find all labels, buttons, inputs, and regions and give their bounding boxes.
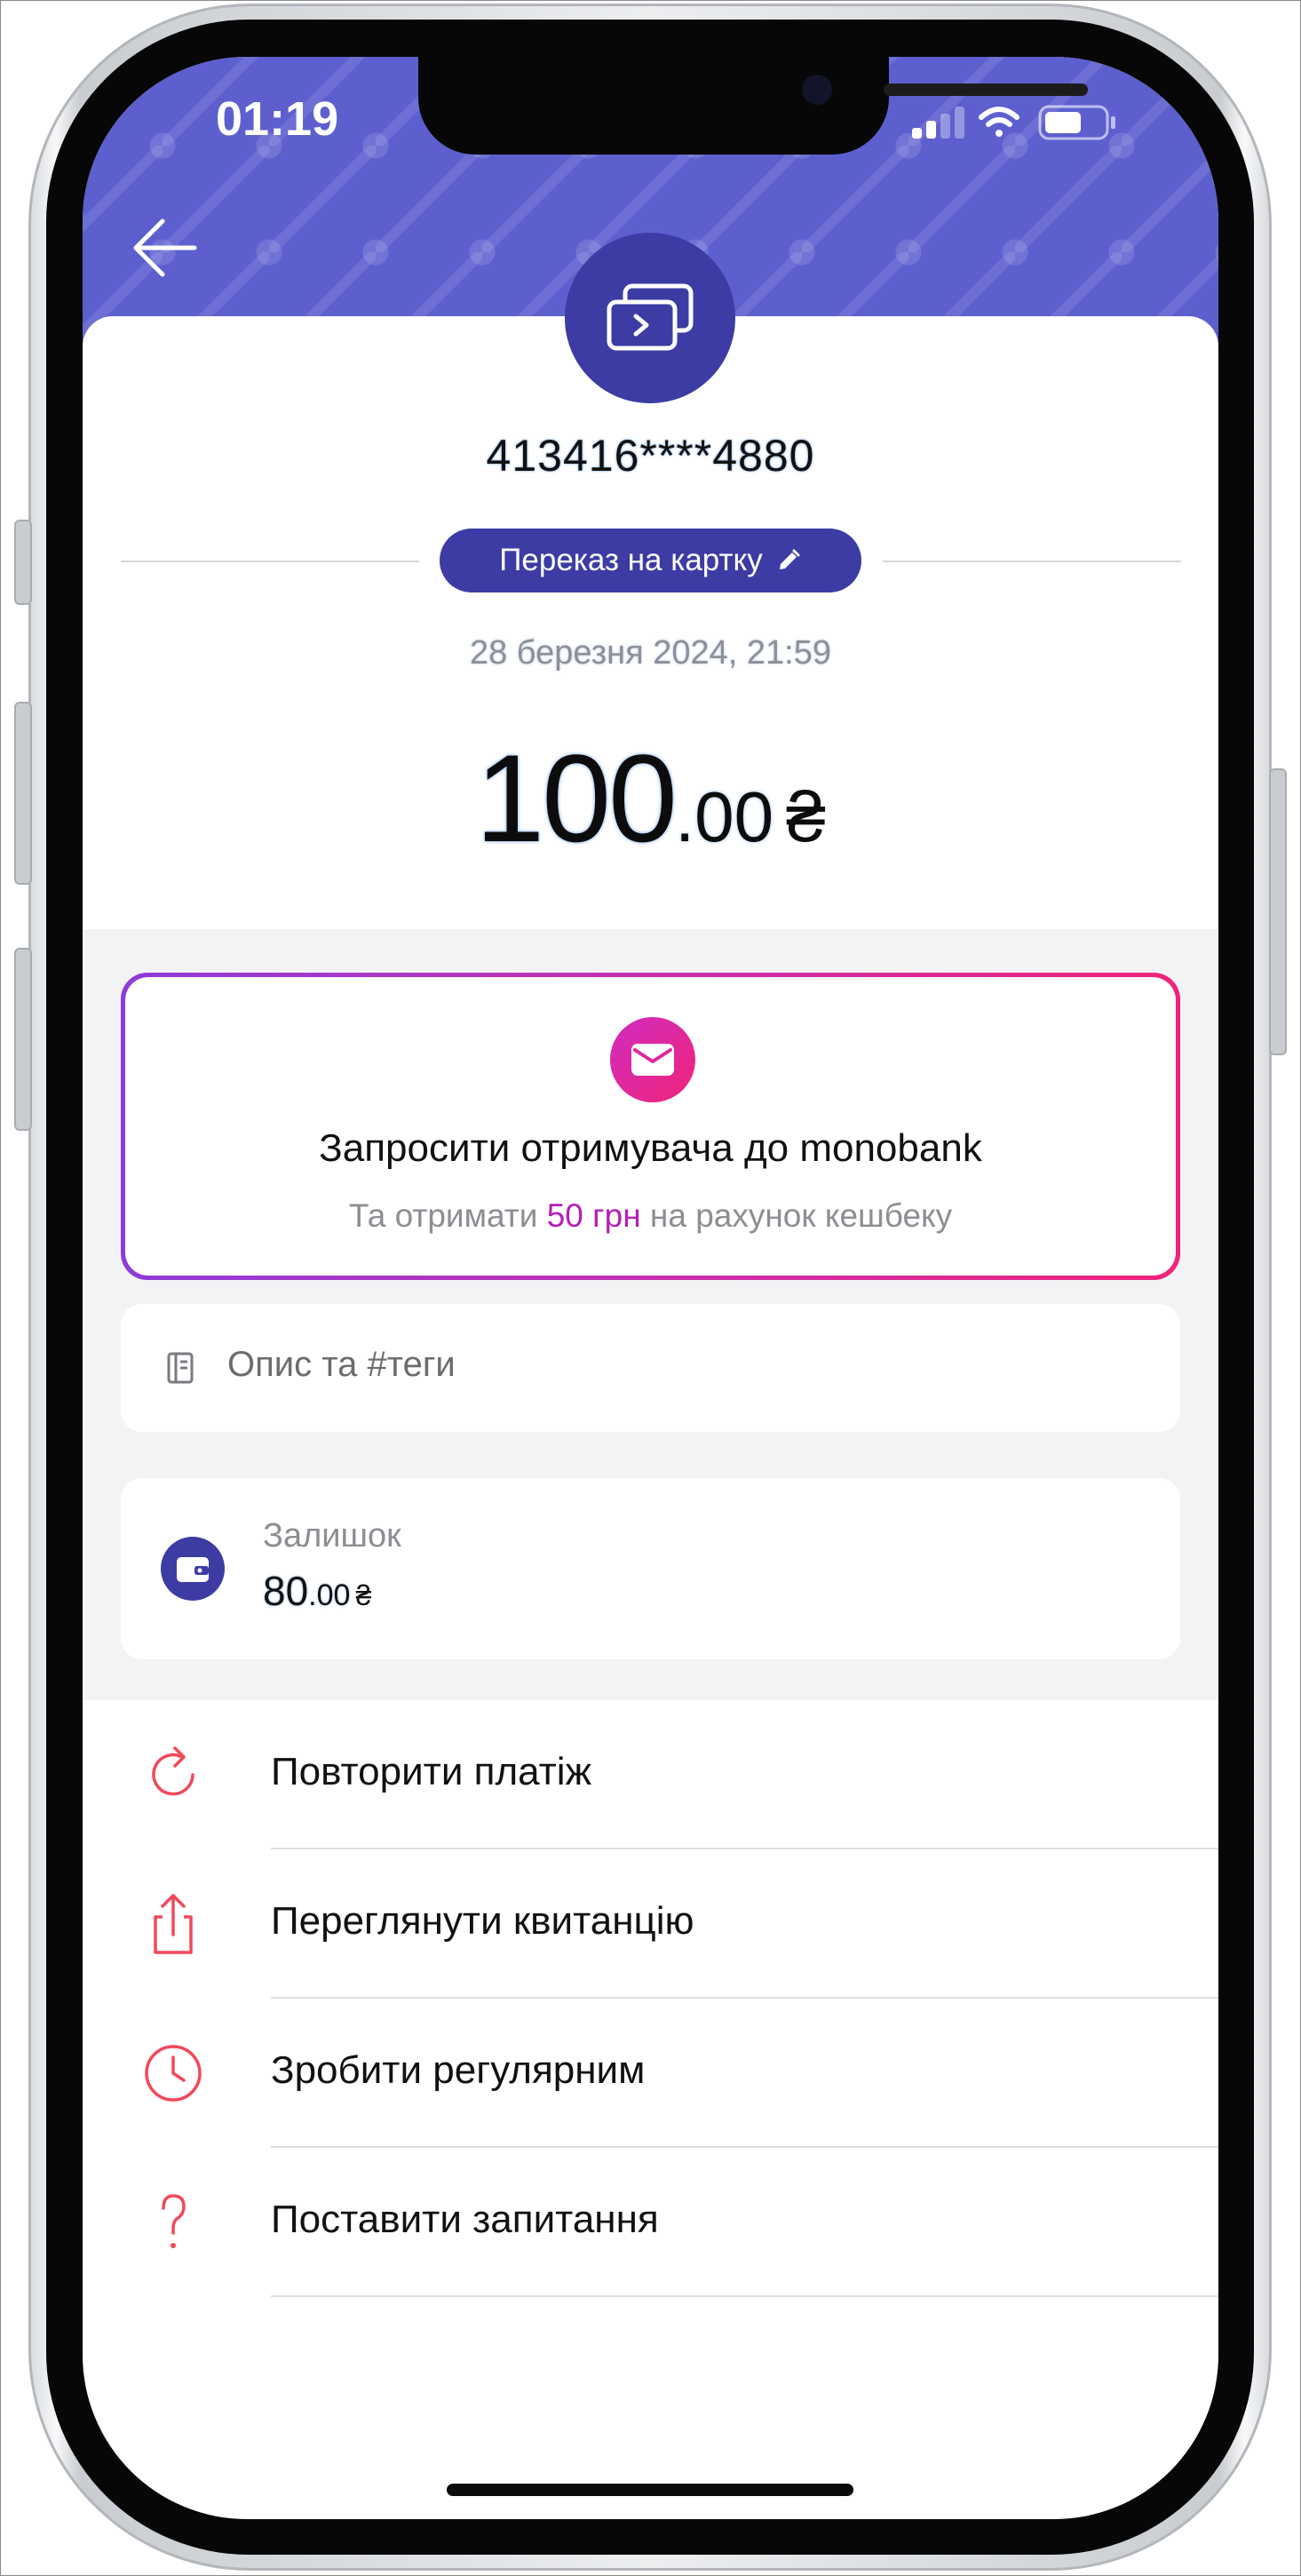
- repeat-payment-label: Повторити платіж: [271, 1750, 592, 1793]
- transaction-amount: 100.00 ₴: [83, 732, 1218, 904]
- balance-value: 80.00 ₴: [263, 1567, 371, 1615]
- volume-up-button: [14, 702, 32, 885]
- earpiece-speaker: [884, 83, 1088, 96]
- invite-title: Запросити отримувача до monobank: [319, 1126, 982, 1170]
- category-badge[interactable]: Переказ на картку: [440, 529, 861, 592]
- front-camera: [802, 75, 832, 105]
- cellular-signal-icon: [912, 107, 964, 139]
- view-receipt-action[interactable]: Переглянути квитанцію: [83, 1849, 1218, 1999]
- invite-badge: [610, 1017, 695, 1102]
- description-placeholder: Опис та #теги: [227, 1345, 456, 1384]
- invite-subtitle-start: Та отримати: [348, 1197, 547, 1234]
- back-button[interactable]: [118, 199, 216, 297]
- view-receipt-label: Переглянути квитанцію: [271, 1899, 694, 1943]
- divider-right: [883, 561, 1181, 562]
- status-icons: [900, 96, 1166, 149]
- recipient-card-number: 413416****4880: [486, 431, 815, 481]
- wifi-icon: [979, 107, 1019, 137]
- battery-icon: [1038, 105, 1115, 140]
- cashback-amount: 50 грн: [546, 1197, 641, 1234]
- divider-left: [121, 561, 419, 562]
- transfer-avatar: [565, 233, 735, 403]
- arrow-left-icon: [133, 219, 197, 277]
- make-recurring-action[interactable]: Зробити регулярним: [83, 1999, 1218, 2148]
- mute-switch: [14, 520, 32, 605]
- note-icon: [167, 1352, 194, 1384]
- make-recurring-label: Зробити регулярним: [271, 2048, 646, 2092]
- amount-integer: 100: [475, 728, 678, 868]
- share-icon: [154, 1894, 193, 1954]
- balance-integer: 80: [263, 1568, 309, 1614]
- repeat-payment-action[interactable]: Повторити платіж: [83, 1700, 1218, 1849]
- wallet-badge: [161, 1537, 225, 1601]
- power-button: [1269, 768, 1287, 1055]
- card-transfer-icon: [607, 283, 694, 351]
- transaction-datetime: 28 березня 2024, 21:59: [469, 634, 831, 672]
- wallet-icon: [177, 1557, 209, 1582]
- invite-subtitle-end: на рахунок кешбеку: [640, 1197, 953, 1234]
- screen: 01:19 413416****4880 Переказ на картку 2…: [83, 57, 1218, 2519]
- description-tags-field[interactable]: Опис та #теги: [121, 1304, 1180, 1432]
- pencil-icon: [779, 549, 800, 569]
- question-icon: [162, 2194, 186, 2248]
- amount-decimal: .00: [674, 777, 774, 856]
- status-time: 01:19: [216, 92, 339, 146]
- category-label: Переказ на картку: [499, 543, 763, 577]
- balance-card: Залишок 80.00 ₴: [121, 1478, 1180, 1659]
- notch: [418, 57, 1088, 155]
- currency-symbol: ₴: [786, 777, 826, 856]
- invite-recipient-banner[interactable]: Запросити отримувача до monobank Та отри…: [121, 973, 1180, 1280]
- clock-icon: [145, 2045, 202, 2102]
- action-divider: [271, 2295, 1218, 2297]
- balance-currency: ₴: [355, 1579, 372, 1611]
- actions-list: Повторити платіж Переглянути квитанцію З…: [83, 1700, 1218, 2297]
- envelope-icon: [631, 1044, 674, 1076]
- volume-down-button: [14, 948, 32, 1131]
- repeat-icon: [152, 1746, 194, 1796]
- ask-question-action[interactable]: Поставити запитання: [83, 2148, 1218, 2297]
- ask-question-label: Поставити запитання: [271, 2198, 659, 2241]
- balance-label: Залишок: [263, 1517, 401, 1554]
- balance-decimal: .00: [308, 1578, 351, 1612]
- home-indicator[interactable]: [447, 2484, 853, 2496]
- invite-subtitle: Та отримати 50 грн на рахунок кешбеку: [125, 1197, 1176, 1235]
- invite-banner-body: Запросити отримувача до monobank Та отри…: [125, 977, 1176, 1276]
